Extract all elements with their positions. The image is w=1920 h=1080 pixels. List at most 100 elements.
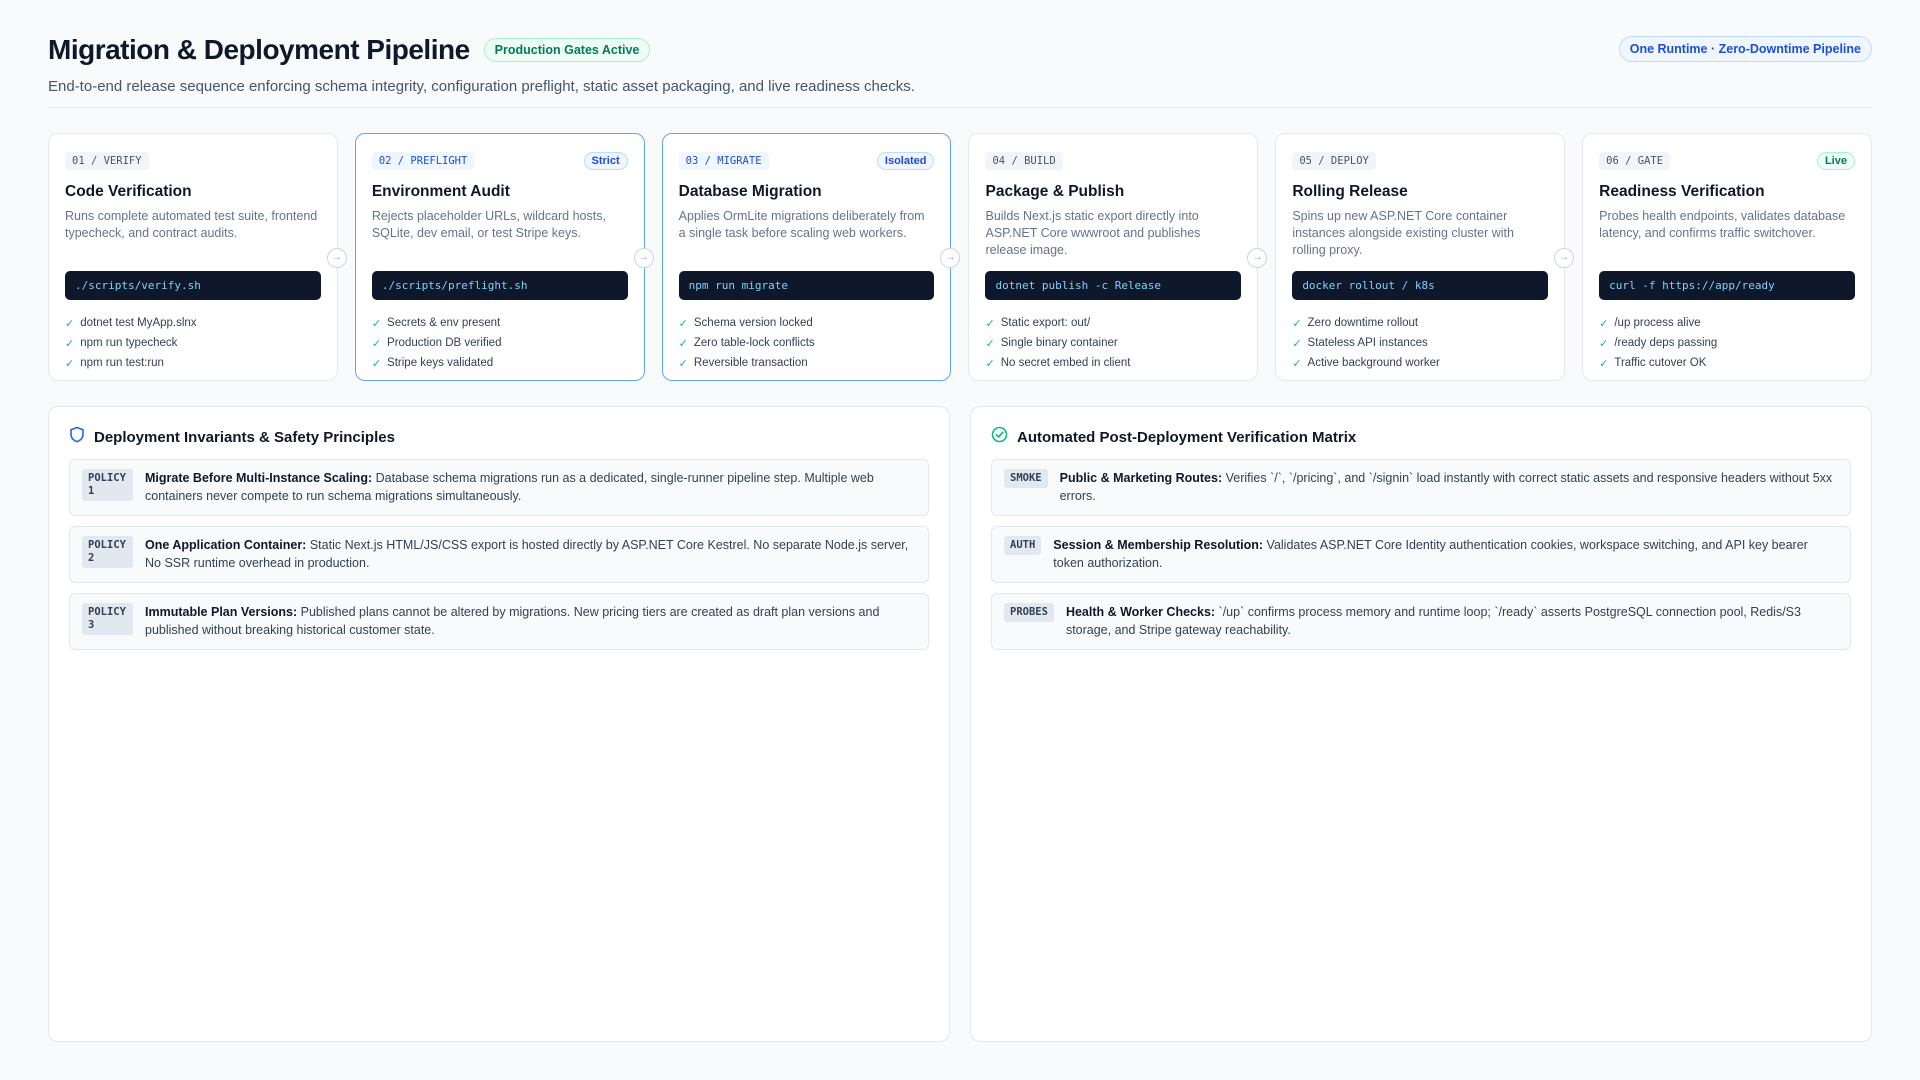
check-item: ✓ Single binary container: [985, 337, 1118, 350]
check-item: ✓ Active background worker: [1292, 357, 1440, 370]
stage-command: curl -f https://app/ready: [1599, 271, 1855, 300]
check-item: ✓ Stateless API instances: [1292, 337, 1428, 350]
check-icon: ✓: [985, 337, 995, 350]
stage-checklist: ✓ dotnet test MyApp.slnx ✓ npm run typeche…: [65, 313, 321, 373]
invariants-panel: Deployment Invariants & Safety Principle…: [48, 406, 950, 1042]
check-item: ✓ Secrets & env present: [371, 317, 501, 330]
check-item: ✓ Reversible transaction: [678, 357, 808, 370]
stage-checklist: ✓ Static export: out/ ✓ Single binary cont…: [985, 313, 1241, 373]
policy-item: POLICY 3 Immutable Plan Versions: Publis…: [69, 593, 929, 650]
stage-title: Readiness Verification: [1599, 183, 1765, 200]
policy-item: POLICY 2 One Application Container: Stat…: [69, 526, 929, 583]
stage-description: Rejects placeholder URLs, wildcard hosts…: [371, 209, 606, 240]
verification-heading: Session & Membership Resolution:: [1053, 538, 1264, 552]
pipeline-stages: 01 / VERIFY Code Verification Runs compl…: [48, 133, 1872, 381]
check-icon: ✓: [1292, 337, 1302, 350]
stage-card-preflight[interactable]: 02 / PREFLIGHT Strict Environment Audit …: [354, 133, 654, 381]
stage-checklist: ✓ Secrets & env present ✓ Production DB ve…: [372, 313, 628, 373]
stage-card-migrate[interactable]: 03 / MIGRATE Isolated Database Migration…: [661, 133, 961, 381]
check-item: ✓/ready deps passing: [1599, 337, 1718, 350]
check-icon: ✓: [65, 337, 75, 350]
policy-tag: POLICY 2: [82, 536, 133, 568]
stage-checklist: ✓/up process alive ✓/ready deps passing …: [1599, 313, 1855, 373]
policy-heading: One Application Container:: [145, 538, 307, 552]
check-item: ✓ Production DB verified: [371, 337, 502, 350]
check-item: ✓ Static export: out/: [985, 317, 1091, 330]
stage-description: Applies OrmLite migrations deliberately …: [678, 209, 925, 240]
stage-card-verify[interactable]: 01 / VERIFY Code Verification Runs compl…: [48, 133, 347, 381]
check-icon: ✓: [65, 357, 75, 370]
check-item: ✓ Traffic cutover OK: [1599, 357, 1707, 370]
check-icon: ✓: [1599, 337, 1609, 350]
stage-title: Code Verification: [65, 183, 192, 200]
stage-id: 01 / VERIFY: [65, 152, 149, 170]
stage-description: Spins up new ASP.NET Core container inst…: [1292, 209, 1514, 257]
verification-item: PROBES Health & Worker Checks: `/up` con…: [991, 593, 1851, 650]
page-header: Migration & Deployment Pipeline Producti…: [48, 0, 1872, 108]
check-icon: ✓: [678, 337, 688, 350]
arrow-right-icon: →: [940, 248, 961, 268]
check-icon: ✓: [1292, 357, 1302, 370]
stage-id: 02 / PREFLIGHT: [371, 152, 475, 170]
stage-tag: Strict: [583, 152, 628, 170]
verification-tag: AUTH: [1004, 536, 1042, 555]
stage-id: 05 / DEPLOY: [1292, 152, 1376, 170]
stage-title: Package & Publish: [985, 183, 1125, 200]
stage-title: Environment Audit: [371, 183, 510, 200]
policy-heading: Migrate Before Multi-Instance Scaling:: [145, 471, 373, 485]
runtime-badge: One Runtime · Zero-Downtime Pipeline: [1618, 36, 1872, 62]
check-item: ✓ npm run typecheck: [65, 337, 178, 350]
panel-header: Deployment Invariants & Safety Principle…: [69, 426, 929, 448]
check-icon: ✓: [985, 317, 995, 330]
stage-card-deploy[interactable]: 05 / DEPLOY Rolling Release Spins up new…: [1275, 133, 1575, 381]
arrow-right-icon: →: [1554, 248, 1575, 268]
check-icon: ✓: [1292, 317, 1302, 330]
verification-item: SMOKE Public & Marketing Routes: Verifie…: [991, 459, 1851, 516]
stage-command: dotnet publish -c Release: [985, 271, 1242, 300]
panel-header: Automated Post-Deployment Verification M…: [991, 426, 1851, 447]
verification-heading: Health & Worker Checks:: [1065, 605, 1216, 619]
check-icon: ✓: [985, 357, 995, 370]
check-icon: ✓: [371, 317, 382, 330]
verification-tag: PROBES: [1004, 603, 1054, 622]
title-row: Migration & Deployment Pipeline Producti…: [48, 34, 1872, 66]
verification-panel: Automated Post-Deployment Verification M…: [970, 406, 1872, 1042]
lower-panels: Deployment Invariants & Safety Principle…: [48, 406, 1872, 1042]
gates-status-badge: Production Gates Active: [483, 38, 651, 62]
stage-card-gate[interactable]: 06 / GATE Live Readiness Verification Pr…: [1582, 133, 1872, 381]
check-item: ✓ Stripe keys validated: [371, 357, 494, 370]
check-icon: ✓: [1599, 357, 1609, 370]
verification-item: AUTH Session & Membership Resolution: Va…: [991, 526, 1851, 583]
stage-id: 06 / GATE: [1599, 152, 1671, 170]
stage-description: Runs complete automated test suite, fron…: [65, 209, 318, 240]
arrow-right-icon: →: [326, 248, 347, 268]
check-icon: ✓: [371, 337, 382, 350]
verification-heading: Public & Marketing Routes:: [1059, 471, 1223, 485]
shield-icon: [69, 426, 85, 448]
page: Migration & Deployment Pipeline Producti…: [0, 0, 1920, 1080]
arrow-right-icon: →: [633, 248, 654, 268]
stage-command: npm run migrate: [678, 271, 935, 300]
check-item: ✓ dotnet test MyApp.slnx: [65, 317, 197, 330]
stage-description: Probes health endpoints, validates datab…: [1599, 209, 1846, 240]
policy-tag: POLICY 1: [82, 469, 133, 501]
policy-heading: Immutable Plan Versions:: [145, 605, 298, 619]
check-icon: ✓: [1599, 317, 1609, 330]
stage-card-build[interactable]: 04 / BUILD Package & Publish Builds Next…: [968, 133, 1268, 381]
check-icon: ✓: [65, 317, 75, 330]
stage-tag: Isolated: [876, 152, 935, 170]
stage-command: docker rollout / k8s: [1292, 271, 1549, 300]
stage-title: Database Migration: [678, 183, 822, 200]
page-title: Migration & Deployment Pipeline: [48, 34, 470, 65]
stage-id: 04 / BUILD: [985, 152, 1063, 170]
stage-command: ./scripts/verify.sh: [65, 271, 321, 300]
invariants-list: POLICY 1 Migrate Before Multi-Instance S…: [69, 459, 929, 650]
check-item: ✓ No secret embed in client: [985, 357, 1131, 370]
stage-title: Rolling Release: [1292, 183, 1408, 200]
stage-command: ./scripts/preflight.sh: [371, 271, 628, 300]
stage-description: Builds Next.js static export directly in…: [985, 209, 1201, 257]
check-icon: ✓: [678, 317, 688, 330]
check-item: ✓ npm run test:run: [65, 357, 164, 370]
stage-tag: Live: [1816, 152, 1855, 170]
check-icon: ✓: [678, 357, 688, 370]
